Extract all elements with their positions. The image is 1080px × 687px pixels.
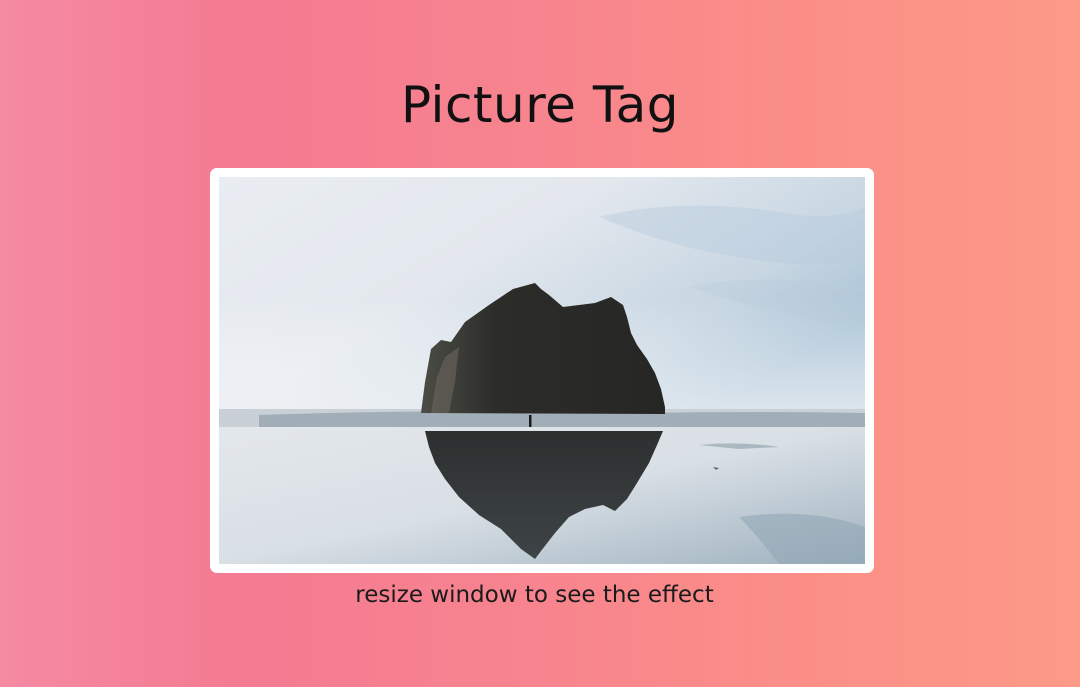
picture-image [219,177,865,564]
page: { "page": { "title": "Picture Tag", "cap… [0,0,1080,687]
page-title: Picture Tag [401,76,679,134]
caption-text: resize window to see the effect [355,582,714,608]
picture-frame [210,168,874,573]
